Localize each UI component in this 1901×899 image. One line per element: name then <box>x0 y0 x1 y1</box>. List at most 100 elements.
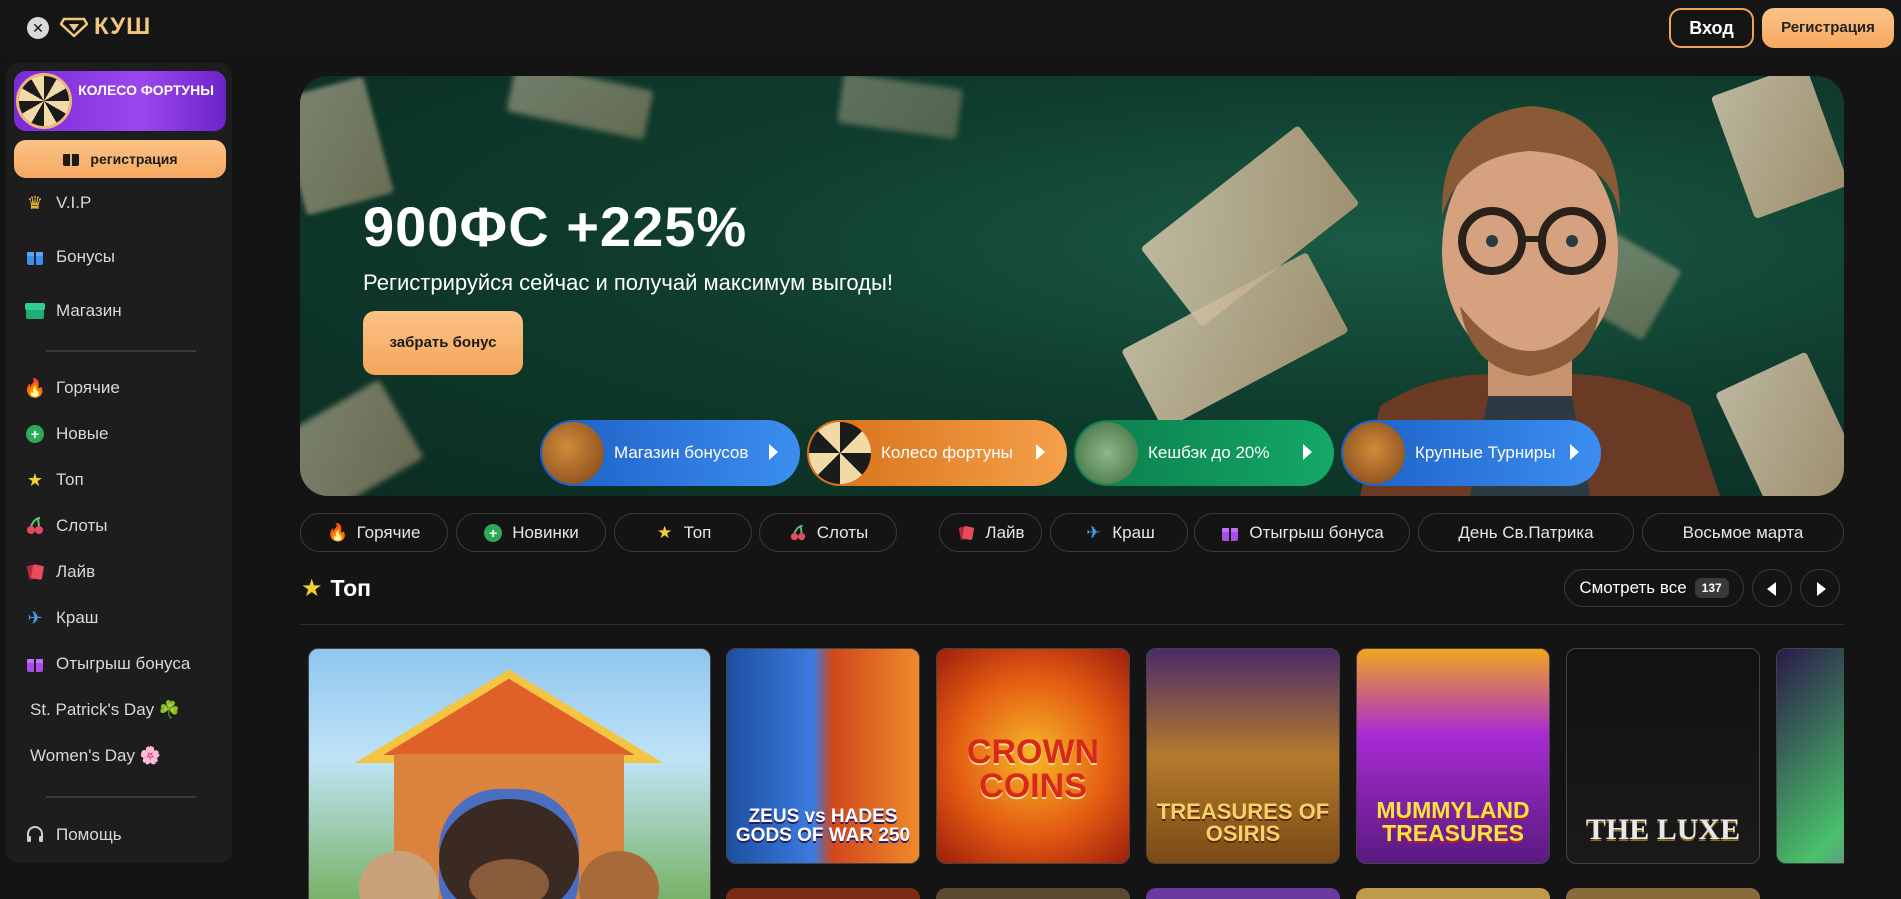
login-button[interactable]: Вход <box>1669 8 1754 48</box>
sidebar-item-label: St. Patrick's Day ☘️ <box>30 700 181 719</box>
game-card-row2[interactable] <box>1146 888 1340 899</box>
sidebar-item-bonus-wager[interactable]: Отыгрыш бонуса <box>24 652 190 676</box>
chip-label: Новинки <box>512 522 579 542</box>
trophy-icon <box>1343 422 1405 484</box>
register-button[interactable]: Регистрация <box>1762 8 1894 48</box>
tab-bonus-wager[interactable]: Отыгрыш бонуса <box>1194 513 1410 552</box>
game-title: THE LUXE <box>1585 813 1741 846</box>
hero-subtitle: Регистрируйся сейчас и получай максимум … <box>363 270 893 295</box>
play-arrow-icon <box>769 444 778 460</box>
sidebar-item-st-patricks-day[interactable]: St. Patrick's Day ☘️ <box>30 698 180 722</box>
cherry-icon <box>788 523 808 543</box>
diamond-logo-icon <box>60 17 88 37</box>
tab-march-8[interactable]: Восьмое марта <box>1642 513 1844 552</box>
claim-bonus-button[interactable]: забрать бонус <box>363 311 523 375</box>
plus-circle-icon: + <box>24 423 46 445</box>
promo-label: Кешбэк до 20% <box>1148 443 1270 462</box>
game-card-dog-house[interactable] <box>308 648 711 899</box>
cherry-icon <box>24 515 46 537</box>
promo-tournaments[interactable]: Крупные Турниры <box>1341 420 1601 486</box>
game-card-the-luxe[interactable]: THE LUXE <box>1566 648 1760 864</box>
play-arrow-icon <box>1303 444 1312 460</box>
tab-st-patricks-day[interactable]: День Св.Патрика <box>1418 513 1634 552</box>
fire-icon: 🔥 <box>327 522 349 542</box>
chip-label: Горячие <box>356 522 421 542</box>
game-card-row2[interactable] <box>936 888 1130 899</box>
games-count-badge: 137 <box>1694 578 1729 598</box>
carousel-prev-button[interactable] <box>1752 569 1792 607</box>
game-card-partial[interactable] <box>1776 648 1844 864</box>
game-card-mummyland-treasures[interactable]: MUMMYLAND TREASURES <box>1356 648 1550 864</box>
sidebar-item-shop[interactable]: Магазин <box>24 299 122 323</box>
carousel-next-button[interactable] <box>1800 569 1840 607</box>
sidebar: КОЛЕСО ФОРТУНЫ регистрация ♛ V.I.P Бонус… <box>6 63 232 863</box>
section-title: ★ Топ <box>301 574 371 603</box>
sidebar-item-label: Новые <box>56 424 109 443</box>
headphones-icon <box>24 824 46 846</box>
top-bar: ✕ КУШ Вход Регистрация <box>0 0 1901 54</box>
sidebar-item-womens-day[interactable]: Women's Day 🌸 <box>30 744 161 768</box>
sidebar-register-button[interactable]: регистрация <box>14 140 226 178</box>
game-title: TREASURES OF OSIRIS <box>1156 799 1330 846</box>
wheel-icon <box>809 422 871 484</box>
gift-icon <box>63 154 80 166</box>
banknote-image <box>506 76 654 141</box>
sidebar-item-label: Магазин <box>56 301 122 320</box>
tab-hot[interactable]: 🔥 Горячие <box>300 513 448 552</box>
sidebar-item-live[interactable]: Лайв <box>24 560 95 584</box>
sidebar-register-label: регистрация <box>90 151 178 167</box>
sidebar-item-hot[interactable]: 🔥 Горячие <box>24 376 120 400</box>
tab-new[interactable]: + Новинки <box>456 513 606 552</box>
games-carousel: ZEUS vs HADES GODS OF WAR 250 CROWN COIN… <box>300 648 1844 899</box>
game-card-treasures-of-osiris[interactable]: TREASURES OF OSIRIS <box>1146 648 1340 864</box>
wheel-of-fortune-card[interactable]: КОЛЕСО ФОРТУНЫ <box>14 71 226 131</box>
promo-wheel-of-fortune[interactable]: Колесо фортуны <box>807 420 1067 486</box>
game-card-row2[interactable] <box>726 888 920 899</box>
promo-cashback[interactable]: Кешбэк до 20% <box>1074 420 1334 486</box>
sidebar-item-bonuses[interactable]: Бонусы <box>24 245 115 269</box>
chip-label: Лайв <box>985 522 1025 542</box>
sidebar-item-crash[interactable]: ✈ Краш <box>24 606 98 630</box>
chip-label: День Св.Патрика <box>1458 522 1594 542</box>
sidebar-item-label: Women's Day 🌸 <box>30 746 161 765</box>
logo[interactable]: КУШ <box>60 12 151 42</box>
plus-circle-icon: + <box>483 523 503 543</box>
sidebar-item-label: Отыгрыш бонуса <box>56 654 191 673</box>
banknote-image <box>837 76 963 140</box>
promo-bonus-shop[interactable]: Магазин бонусов <box>540 420 800 486</box>
promo-label: Крупные Турниры <box>1415 443 1556 462</box>
section-divider <box>300 624 1844 625</box>
chevron-right-icon <box>1817 582 1826 596</box>
crown-icon: ♛ <box>26 192 44 213</box>
gift-icon <box>24 246 46 268</box>
sidebar-item-label: Горячие <box>56 378 120 397</box>
star-icon: ★ <box>657 522 673 542</box>
game-title: MUMMYLAND TREASURES <box>1376 797 1530 846</box>
sidebar-item-label: Лайв <box>56 562 96 581</box>
hero-title: 900ФС +225% <box>363 195 748 258</box>
game-card-row2[interactable] <box>1356 888 1550 899</box>
game-card-row2[interactable] <box>1566 888 1760 899</box>
sidebar-item-help[interactable]: Помощь <box>24 823 122 847</box>
tab-crash[interactable]: ✈ Краш <box>1050 513 1188 552</box>
see-all-button[interactable]: Смотреть все 137 <box>1564 569 1744 607</box>
tab-slots[interactable]: Слоты <box>759 513 897 552</box>
game-card-zeus-vs-hades[interactable]: ZEUS vs HADES GODS OF WAR 250 <box>726 648 920 864</box>
close-icon[interactable]: ✕ <box>27 17 49 39</box>
chip-label: Отыгрыш бонуса <box>1249 522 1384 542</box>
section-title-text: Топ <box>330 575 372 601</box>
sidebar-item-slots[interactable]: Слоты <box>24 514 107 538</box>
sidebar-item-label: Бонусы <box>56 247 116 266</box>
sidebar-item-new[interactable]: + Новые <box>24 422 108 446</box>
sidebar-item-top[interactable]: ★ Топ <box>24 468 84 492</box>
chip-label: Краш <box>1112 522 1155 542</box>
game-title: CROWN COINS <box>966 733 1100 805</box>
sidebar-item-vip[interactable]: ♛ V.I.P <box>24 191 91 215</box>
hero-banner[interactable]: 900ФС +225% Регистрируйся сейчас и получ… <box>300 76 1844 496</box>
tab-live[interactable]: Лайв <box>939 513 1042 552</box>
game-card-crown-coins[interactable]: CROWN COINS <box>936 648 1130 864</box>
gift-icon <box>24 653 46 675</box>
tab-top[interactable]: ★ Топ <box>614 513 752 552</box>
wheel-icon <box>16 73 72 129</box>
chip-label: Топ <box>683 522 712 542</box>
